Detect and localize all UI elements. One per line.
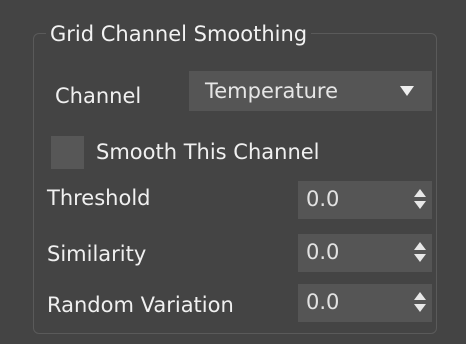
threshold-value[interactable]: 0.0	[306, 187, 339, 211]
channel-selected-value: Temperature	[205, 79, 339, 103]
random-variation-spinner[interactable]: 0.0	[298, 284, 432, 322]
arrow-up-icon[interactable]	[414, 292, 426, 300]
random-variation-value[interactable]: 0.0	[306, 290, 339, 314]
smooth-channel-label[interactable]: Smooth This Channel	[96, 140, 320, 164]
smooth-channel-checkbox[interactable]	[51, 136, 84, 169]
random-variation-label: Random Variation	[47, 293, 234, 317]
arrow-up-icon[interactable]	[414, 189, 426, 197]
arrow-down-icon[interactable]	[414, 254, 426, 262]
similarity-value[interactable]: 0.0	[306, 240, 339, 264]
similarity-spinner[interactable]: 0.0	[298, 234, 432, 272]
spinner-arrows-icon[interactable]	[414, 188, 426, 212]
threshold-spinner[interactable]: 0.0	[298, 181, 432, 219]
threshold-label: Threshold	[47, 186, 151, 210]
spinner-arrows-icon[interactable]	[414, 241, 426, 265]
arrow-down-icon[interactable]	[414, 304, 426, 312]
channel-dropdown[interactable]: Temperature	[189, 71, 432, 111]
arrow-up-icon[interactable]	[414, 242, 426, 250]
channel-label: Channel	[55, 84, 142, 108]
similarity-label: Similarity	[47, 242, 147, 266]
group-title: Grid Channel Smoothing	[46, 22, 312, 46]
chevron-down-icon	[400, 86, 414, 96]
spinner-arrows-icon[interactable]	[414, 291, 426, 315]
arrow-down-icon[interactable]	[414, 201, 426, 209]
